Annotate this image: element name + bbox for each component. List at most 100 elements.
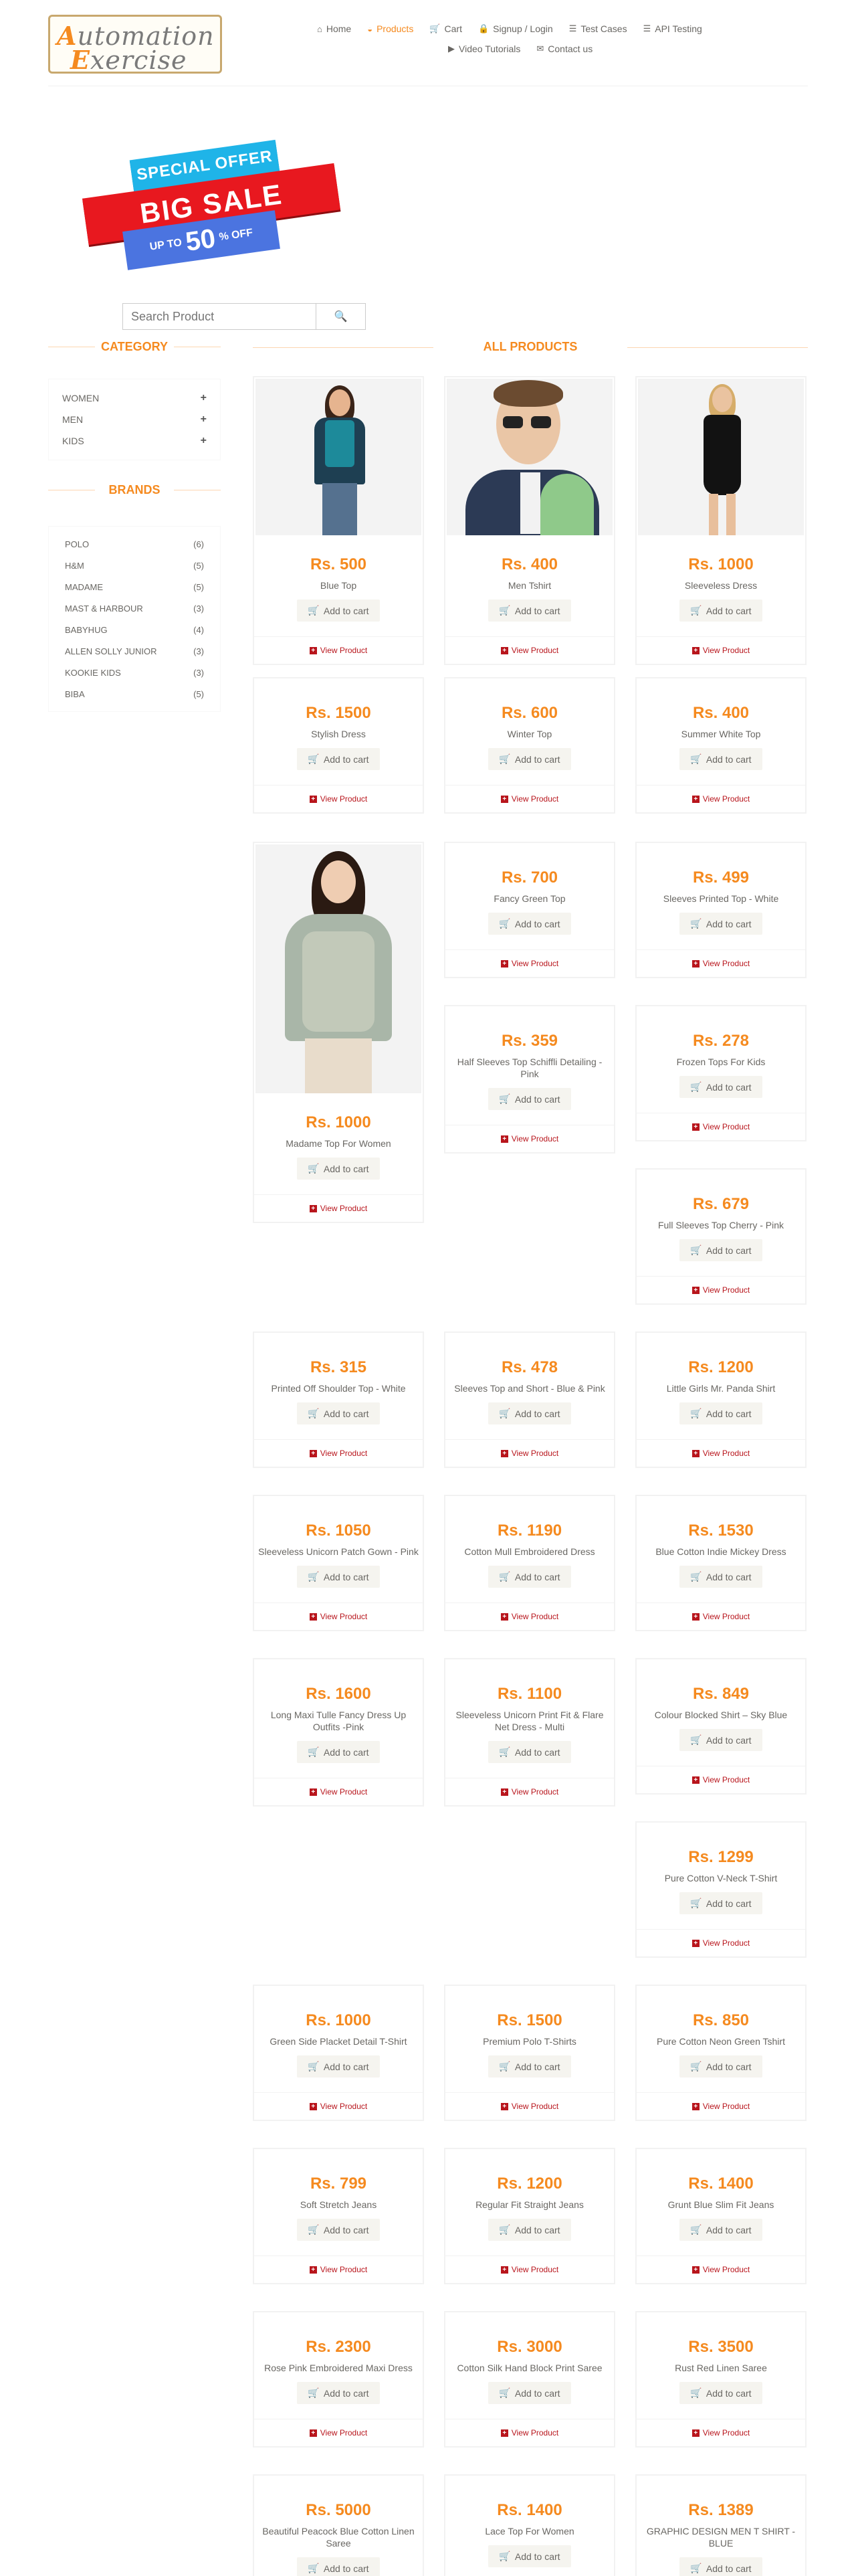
view-product-link[interactable]: + View Product (445, 1778, 614, 1805)
category-item-kids[interactable]: KIDS + (62, 430, 207, 452)
product-image[interactable] (638, 379, 804, 535)
product-image[interactable] (255, 844, 421, 1093)
view-product-link[interactable]: + View Product (637, 2093, 805, 2120)
product-price: Rs. 499 (692, 868, 750, 887)
product-image[interactable] (447, 379, 613, 535)
add-to-cart-button[interactable]: 🛒 Add to cart (297, 1158, 380, 1180)
product-name: Sleeveless Unicorn Print Fit & Flare Net… (455, 1710, 604, 1732)
view-product-link[interactable]: + View Product (637, 2256, 805, 2283)
add-to-cart-button[interactable]: 🛒 Add to cart (297, 2055, 380, 2078)
add-to-cart-button[interactable]: 🛒 Add to cart (297, 2382, 380, 2404)
add-to-cart-button[interactable]: 🛒 Add to cart (488, 913, 571, 935)
cart-icon: 🛒 (308, 753, 320, 764)
view-product-link[interactable]: + View Product (637, 2419, 805, 2446)
view-product-link[interactable]: + View Product (637, 1766, 805, 1793)
add-to-cart-button[interactable]: 🛒 Add to cart (297, 748, 380, 770)
view-product-link[interactable]: + View Product (445, 1440, 614, 1467)
view-product-link[interactable]: + View Product (445, 637, 614, 664)
nav-home[interactable]: ⌂ Home (317, 23, 351, 34)
site-logo[interactable]: Automation Exercise (48, 15, 222, 75)
view-product-link[interactable]: + View Product (637, 786, 805, 812)
brand-item[interactable]: ALLEN SOLLY JUNIOR (3) (65, 640, 204, 662)
view-product-link[interactable]: + View Product (254, 2419, 423, 2446)
view-product-link[interactable]: + View Product (254, 1778, 423, 1805)
nav-api-testing[interactable]: ☰ API Testing (643, 23, 702, 34)
add-to-cart-button[interactable]: 🛒 Add to cart (488, 1088, 571, 1110)
category-item-women[interactable]: WOMEN + (62, 387, 207, 409)
add-to-cart-button[interactable]: 🛒 Add to cart (488, 1402, 571, 1424)
add-to-cart-button[interactable]: 🛒 Add to cart (679, 1729, 762, 1751)
view-product-link[interactable]: + View Product (254, 1603, 423, 1630)
view-product-link[interactable]: + View Product (637, 1603, 805, 1630)
add-to-cart-button[interactable]: 🛒 Add to cart (297, 1741, 380, 1763)
add-to-cart-button[interactable]: 🛒 Add to cart (679, 2219, 762, 2241)
view-product-link[interactable]: + View Product (254, 786, 423, 812)
add-to-cart-button[interactable]: 🛒 Add to cart (679, 2382, 762, 2404)
add-to-cart-button[interactable]: 🛒 Add to cart (297, 600, 380, 622)
product-image[interactable] (255, 379, 421, 535)
brand-item[interactable]: MAST & HARBOUR (3) (65, 597, 204, 619)
add-to-cart-button[interactable]: 🛒 Add to cart (488, 2382, 571, 2404)
add-to-cart-button[interactable]: 🛒 Add to cart (679, 2055, 762, 2078)
add-to-cart-button[interactable]: 🛒 Add to cart (679, 1892, 762, 1914)
nav-video-tutorials[interactable]: ▶ Video Tutorials (448, 43, 520, 54)
add-to-cart-button[interactable]: 🛒 Add to cart (488, 2219, 571, 2241)
add-to-cart-button[interactable]: 🛒 Add to cart (297, 2557, 380, 2576)
nav-contact-us[interactable]: ✉ Contact us (536, 43, 593, 54)
view-product-link[interactable]: + View Product (637, 1277, 805, 1303)
add-to-cart-button[interactable]: 🛒 Add to cart (679, 1239, 762, 1261)
nav-cart[interactable]: 🛒 Cart (429, 23, 462, 34)
view-product-link[interactable]: + View Product (445, 950, 614, 977)
add-to-cart-button[interactable]: 🛒 Add to cart (488, 1566, 571, 1588)
category-item-men[interactable]: MEN + (62, 409, 207, 430)
cart-icon: 🛒 (690, 1408, 702, 1418)
brand-item[interactable]: MADAME (5) (65, 576, 204, 597)
search-button[interactable]: 🔍 (316, 303, 366, 330)
view-product-link[interactable]: + View Product (637, 1930, 805, 1956)
nav-products[interactable]: ◒ Products (367, 23, 413, 34)
view-product-link[interactable]: + View Product (254, 1195, 423, 1222)
add-to-cart-button[interactable]: 🛒 Add to cart (297, 2219, 380, 2241)
add-to-cart-button[interactable]: 🛒 Add to cart (679, 1076, 762, 1098)
add-to-cart-button[interactable]: 🛒 Add to cart (679, 748, 762, 770)
product-name: Blue Top (320, 580, 357, 591)
add-to-cart-button[interactable]: 🛒 Add to cart (488, 1741, 571, 1763)
add-to-cart-button[interactable]: 🛒 Add to cart (679, 913, 762, 935)
add-to-cart-button[interactable]: 🛒 Add to cart (488, 600, 571, 622)
add-to-cart-button[interactable]: 🛒 Add to cart (679, 1402, 762, 1424)
view-product-link[interactable]: + View Product (445, 2419, 614, 2446)
view-product-link[interactable]: + View Product (254, 637, 423, 664)
brand-item[interactable]: KOOKIE KIDS (3) (65, 662, 204, 683)
plus-square-icon: + (500, 795, 508, 803)
view-product-link[interactable]: + View Product (254, 2093, 423, 2120)
view-product-link[interactable]: + View Product (637, 1113, 805, 1140)
add-to-cart-button[interactable]: 🛒 Add to cart (679, 600, 762, 622)
view-product-link[interactable]: + View Product (637, 950, 805, 977)
add-to-cart-button[interactable]: 🛒 Add to cart (679, 1566, 762, 1588)
brand-item[interactable]: BABYHUG (4) (65, 619, 204, 640)
add-to-cart-button[interactable]: 🛒 Add to cart (488, 2545, 571, 2567)
add-to-cart-button[interactable]: 🛒 Add to cart (488, 2055, 571, 2078)
brand-item[interactable]: H&M (5) (65, 555, 204, 576)
add-to-cart-button[interactable]: 🛒 Add to cart (488, 748, 571, 770)
search-input[interactable] (122, 303, 316, 330)
view-product-link[interactable]: + View Product (445, 1603, 614, 1630)
view-product-link[interactable]: + View Product (637, 637, 805, 664)
brand-item[interactable]: BIBA (5) (65, 683, 204, 705)
product-price: Rs. 1200 (688, 1358, 754, 1376)
add-to-cart-button[interactable]: 🛒 Add to cart (297, 1566, 380, 1588)
view-product-link[interactable]: + View Product (445, 1125, 614, 1152)
product-photo (255, 379, 421, 535)
view-product-link[interactable]: + View Product (637, 1440, 805, 1467)
add-to-cart-button[interactable]: 🛒 Add to cart (297, 1402, 380, 1424)
view-product-link[interactable]: + View Product (445, 786, 614, 812)
product-price: Rs. 1500 (306, 704, 371, 722)
view-product-link[interactable]: + View Product (254, 2256, 423, 2283)
brand-item[interactable]: POLO (6) (65, 533, 204, 555)
view-product-link[interactable]: + View Product (445, 2093, 614, 2120)
add-to-cart-button[interactable]: 🛒 Add to cart (679, 2557, 762, 2576)
nav-test-cases[interactable]: ☰ Test Cases (569, 23, 627, 34)
view-product-link[interactable]: + View Product (445, 2256, 614, 2283)
view-product-link[interactable]: + View Product (254, 1440, 423, 1467)
nav-signup-login[interactable]: 🔒 Signup / Login (478, 23, 553, 34)
